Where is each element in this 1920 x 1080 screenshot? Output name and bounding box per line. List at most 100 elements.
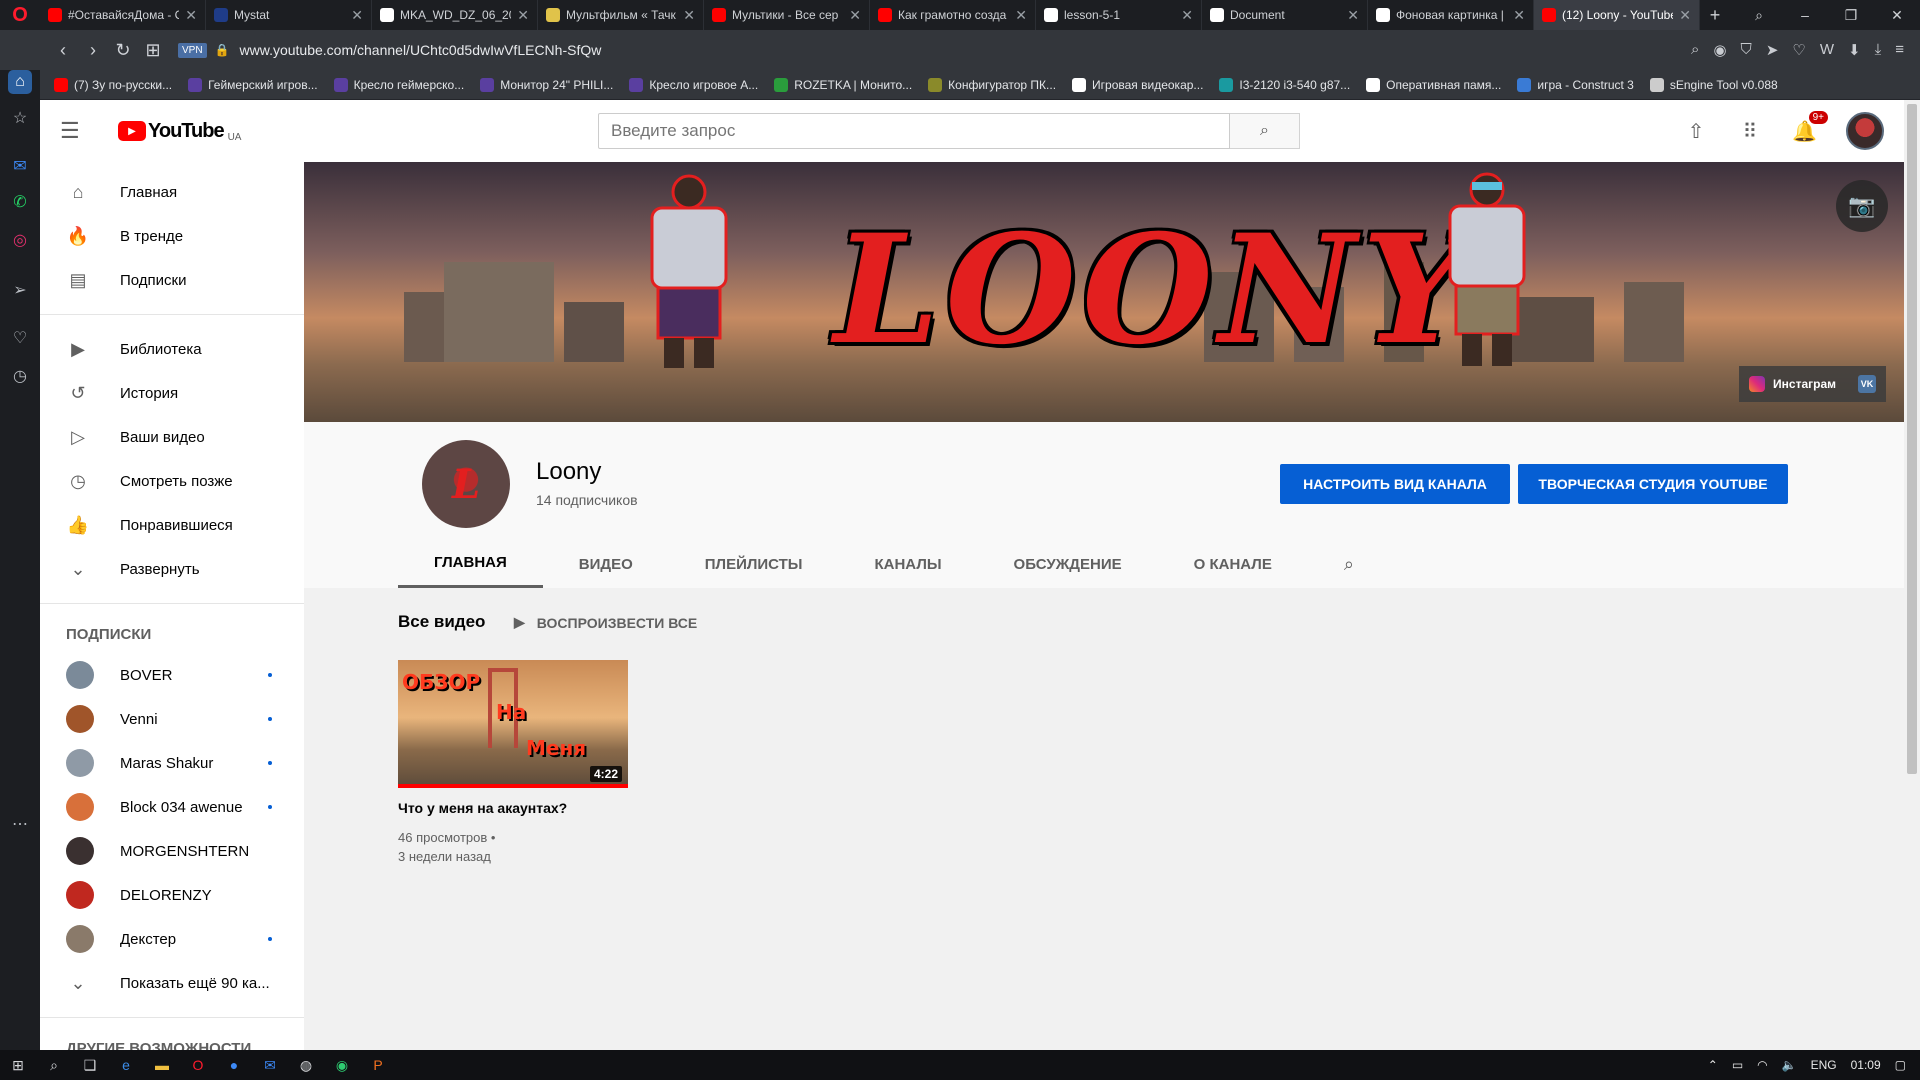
page-scrollbar[interactable] bbox=[1904, 100, 1920, 1050]
speed-dial-icon[interactable]: ⌂ bbox=[8, 70, 32, 94]
history-clock-icon[interactable]: ◷ bbox=[8, 364, 32, 388]
bookmark-item[interactable]: Игровая видеокар... bbox=[1072, 77, 1203, 92]
search-tabs-icon[interactable]: ⌕ bbox=[1736, 7, 1782, 24]
wallet-icon[interactable]: W bbox=[1820, 41, 1834, 59]
tab-close-icon[interactable]: ✕ bbox=[1181, 7, 1193, 24]
bookmark-item[interactable]: I3-2120 i3-540 g87... bbox=[1219, 77, 1350, 92]
change-banner-button[interactable]: 📷 bbox=[1836, 180, 1888, 232]
browser-tab[interactable]: Mystat ✕ bbox=[206, 0, 372, 30]
restore-icon[interactable]: ❐ bbox=[1828, 7, 1874, 24]
subscription-item[interactable]: Venni bbox=[40, 697, 304, 741]
clock[interactable]: 01:09 bbox=[1851, 1058, 1881, 1072]
instagram-link[interactable]: Инстаграм bbox=[1773, 377, 1836, 391]
wifi-icon[interactable]: ◠ bbox=[1757, 1058, 1767, 1072]
zoom-icon[interactable]: ● bbox=[216, 1050, 252, 1080]
channel-search-icon[interactable]: ⌕ bbox=[1308, 540, 1354, 588]
channel-tab[interactable]: ПЛЕЙЛИСТЫ bbox=[669, 540, 839, 588]
subscription-item[interactable]: Block 034 awenue bbox=[40, 785, 304, 829]
search-button[interactable]: ⌕ bbox=[1230, 113, 1300, 149]
sidebar-item-watch-later[interactable]: ◷ Смотреть позже bbox=[40, 459, 304, 503]
sidebar-item-history[interactable]: ↺ История bbox=[40, 371, 304, 415]
flow-icon[interactable]: ➢ bbox=[8, 278, 32, 302]
browser-tab[interactable]: Фоновая картинка | ✕ bbox=[1368, 0, 1534, 30]
video-title[interactable]: Что у меня на акаунтах? bbox=[398, 800, 567, 816]
reload-icon[interactable]: ↻ bbox=[108, 40, 138, 61]
play-all-button[interactable]: ▶ ВОСПРОИЗВЕСТИ ВСЕ bbox=[514, 614, 697, 631]
show-more-subscriptions[interactable]: ⌄ Показать ещё 90 ка... bbox=[40, 961, 304, 1005]
bookmark-item[interactable]: Монитор 24" PHILI... bbox=[480, 77, 613, 92]
instagram-icon[interactable]: ◎ bbox=[8, 228, 32, 252]
vpn-badge[interactable]: VPN bbox=[178, 42, 207, 58]
browser-tab[interactable]: Мультфильм « Тачк ✕ bbox=[538, 0, 704, 30]
messenger-icon[interactable]: ✉ bbox=[8, 154, 32, 178]
subscription-item[interactable]: MORGENSHTERN bbox=[40, 829, 304, 873]
browser-tab[interactable]: MKA_WD_DZ_06_20 ✕ bbox=[372, 0, 538, 30]
browser-tab[interactable]: lesson-5-1 ✕ bbox=[1036, 0, 1202, 30]
tab-close-icon[interactable]: ✕ bbox=[1513, 7, 1525, 24]
hamburger-menu-icon[interactable]: ☰ bbox=[60, 118, 100, 144]
back-icon[interactable]: ‹ bbox=[48, 40, 78, 61]
bookmark-item[interactable]: Конфигуратор ПК... bbox=[928, 77, 1056, 92]
extension-icon[interactable]: ⬇ bbox=[1848, 41, 1861, 59]
subscription-item[interactable]: Декстер bbox=[40, 917, 304, 961]
subscription-item[interactable]: BOVER bbox=[40, 653, 304, 697]
browser-tab[interactable]: (12) Loony - YouTube ✕ bbox=[1534, 0, 1700, 30]
sidebar-item-library[interactable]: ▶ Библиотека bbox=[40, 327, 304, 371]
forward-icon[interactable]: › bbox=[78, 40, 108, 61]
browser-tab[interactable]: #ОставайсяДома - С ✕ bbox=[40, 0, 206, 30]
subscription-item[interactable]: Maras Shakur bbox=[40, 741, 304, 785]
sidebar-item-trending[interactable]: 🔥 В тренде bbox=[40, 214, 304, 258]
file-explorer-icon[interactable]: ▬ bbox=[144, 1050, 180, 1080]
menu-icon[interactable]: ≡ bbox=[1895, 41, 1904, 59]
lock-icon[interactable]: 🔒 bbox=[215, 43, 230, 57]
sidebar-item-chevron-down[interactable]: ⌄ Развернуть bbox=[40, 547, 304, 591]
sidebar-item-liked[interactable]: 👍 Понравившиеся bbox=[40, 503, 304, 547]
video-thumbnail[interactable]: ОБЗОР На Меня 4:22 bbox=[398, 660, 628, 788]
language-indicator[interactable]: ENG bbox=[1811, 1058, 1837, 1072]
tab-close-icon[interactable]: ✕ bbox=[1347, 7, 1359, 24]
app-icon[interactable]: ◉ bbox=[324, 1050, 360, 1080]
steam-icon[interactable]: ◍ bbox=[288, 1050, 324, 1080]
tab-close-icon[interactable]: ✕ bbox=[1679, 7, 1691, 24]
channel-avatar[interactable]: L bbox=[422, 440, 510, 528]
new-tab-button[interactable]: + bbox=[1700, 5, 1730, 26]
bookmark-item[interactable]: Кресло геймерско... bbox=[333, 77, 464, 92]
search-icon[interactable]: ⌕ bbox=[1691, 41, 1699, 59]
bookmark-item[interactable]: Кресло игровое A... bbox=[629, 77, 758, 92]
instagram-link-icon[interactable] bbox=[1749, 376, 1766, 392]
customize-channel-button[interactable]: НАСТРОИТЬ ВИД КАНАЛА bbox=[1280, 464, 1510, 504]
channel-tab[interactable]: КАНАЛЫ bbox=[838, 540, 977, 588]
search-icon[interactable]: ⌕ bbox=[36, 1050, 72, 1080]
sidebar-item-home[interactable]: ⌂ Главная bbox=[40, 170, 304, 214]
studio-button[interactable]: ТВОРЧЕСКАЯ СТУДИЯ YOUTUBE bbox=[1518, 464, 1788, 504]
edge-icon[interactable]: e bbox=[108, 1050, 144, 1080]
shield-icon[interactable]: ⛉ bbox=[1741, 41, 1752, 59]
bookmarks-icon[interactable]: ☆ bbox=[8, 106, 32, 130]
powerpoint-icon[interactable]: P bbox=[360, 1050, 396, 1080]
bookmark-item[interactable]: Геймерский игров... bbox=[188, 77, 318, 92]
browser-tab[interactable]: Мультики - Все сер ✕ bbox=[704, 0, 870, 30]
sidebar-item-your-videos[interactable]: ▷ Ваши видео bbox=[40, 415, 304, 459]
download-icon[interactable]: ⤓ bbox=[1875, 41, 1882, 59]
channel-tab[interactable]: ВИДЕО bbox=[543, 540, 669, 588]
tab-close-icon[interactable]: ✕ bbox=[351, 7, 363, 24]
bookmark-item[interactable]: Оперативная памя... bbox=[1366, 77, 1501, 92]
whatsapp-icon[interactable]: ✆ bbox=[8, 190, 32, 214]
channel-tab[interactable]: ГЛАВНАЯ bbox=[398, 540, 543, 588]
mail-icon[interactable]: ✉ bbox=[252, 1050, 288, 1080]
youtube-logo[interactable]: ▶ YouTube UA bbox=[118, 120, 241, 143]
tab-close-icon[interactable]: ✕ bbox=[849, 7, 861, 24]
channel-tab[interactable]: ОБСУЖДЕНИЕ bbox=[978, 540, 1158, 588]
volume-icon[interactable]: 🔈 bbox=[1782, 1058, 1797, 1072]
tab-close-icon[interactable]: ✕ bbox=[1015, 7, 1027, 24]
windows-start-icon[interactable]: ⊞ bbox=[0, 1050, 36, 1080]
battery-icon[interactable]: ▭ bbox=[1732, 1058, 1743, 1072]
tray-chevron-icon[interactable]: ⌃ bbox=[1708, 1058, 1718, 1072]
apps-icon[interactable]: ⠿ bbox=[1738, 119, 1762, 144]
browser-tab[interactable]: Document ✕ bbox=[1202, 0, 1368, 30]
task-view-icon[interactable]: ❑ bbox=[72, 1050, 108, 1080]
grid-icon[interactable]: ⊞ bbox=[138, 40, 168, 61]
tab-close-icon[interactable]: ✕ bbox=[185, 7, 197, 24]
personal-news-icon[interactable]: ♡ bbox=[8, 326, 32, 350]
sidebar-item-subscriptions[interactable]: ▤ Подписки bbox=[40, 258, 304, 302]
